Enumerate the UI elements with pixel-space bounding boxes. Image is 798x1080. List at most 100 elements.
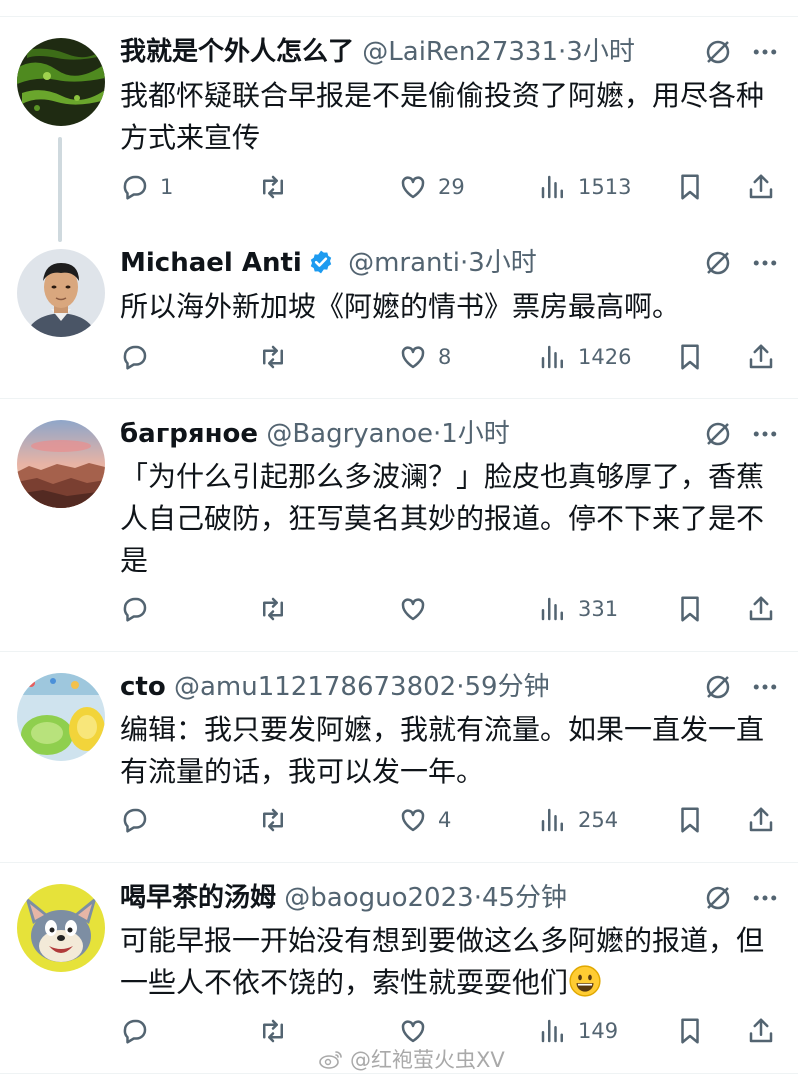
grok-icon[interactable] [703, 419, 733, 449]
views-icon [541, 175, 563, 199]
views-icon [541, 597, 563, 621]
weibo-logo-icon [319, 1051, 342, 1069]
retweet-button[interactable] [258, 591, 288, 627]
share-button[interactable] [746, 339, 776, 375]
share-icon [749, 344, 773, 369]
share-button[interactable] [746, 169, 776, 205]
reply-button[interactable] [120, 591, 150, 627]
like-button[interactable]: 8 [398, 339, 451, 375]
view-count: 254 [578, 808, 619, 832]
reply-icon [123, 175, 147, 200]
avatar[interactable] [17, 673, 105, 761]
view-count: 331 [578, 597, 619, 621]
reply-button[interactable] [120, 339, 150, 375]
user-handle[interactable]: @Bagryanoe [266, 419, 433, 449]
views-button[interactable]: 1513 [538, 169, 631, 205]
timestamp[interactable]: 45分钟 [482, 883, 567, 913]
reply-button[interactable]: 1 [120, 169, 173, 205]
user-handle[interactable]: @LaiRen27331 [362, 37, 558, 67]
views-button[interactable]: 149 [538, 1013, 618, 1049]
grok-icon[interactable] [703, 883, 733, 913]
tweet-text: 「为什么引起那么多波澜？」脸皮也真够厚了，香蕉人自己破防，狂写莫名其妙的报道。停… [120, 460, 765, 577]
avatar[interactable] [17, 249, 105, 337]
tweet-text: 所以海外新加坡《阿嬷的情书》票房最高啊。 [120, 290, 681, 323]
user-handle[interactable]: @amu112178673802 [174, 672, 456, 702]
more-icon[interactable] [749, 248, 781, 278]
heart-icon [401, 176, 425, 199]
share-button[interactable] [746, 1013, 776, 1049]
tweet-header: cto @amu112178673802·59分钟 [120, 669, 714, 705]
display-name[interactable]: 我就是个外人怎么了 [120, 37, 354, 67]
user-handle[interactable]: @mranti [348, 248, 460, 278]
bookmark-icon [681, 596, 699, 622]
bookmark-icon [681, 344, 699, 370]
display-name[interactable]: багряное [120, 419, 258, 449]
reply-button[interactable] [120, 1013, 150, 1049]
retweet-button[interactable] [258, 339, 288, 375]
more-icon[interactable] [749, 419, 781, 449]
action-bar: 1 29 1513 [120, 169, 780, 205]
thread-line [58, 137, 62, 242]
bookmark-button[interactable] [675, 339, 705, 375]
timestamp[interactable]: 3小时 [566, 37, 635, 67]
bookmark-button[interactable] [675, 169, 705, 205]
like-button[interactable] [398, 591, 428, 627]
separator-dot: · [459, 248, 469, 278]
user-handle[interactable]: @baoguo2023 [284, 883, 473, 913]
views-icon [541, 808, 563, 832]
tweet-header: Michael Anti @mranti·3小时 [120, 245, 714, 281]
grok-icon[interactable] [703, 248, 733, 278]
tweet-text: 我都怀疑联合早报是不是偷偷投资了阿嬷，用尽各种方式来宣传 [120, 79, 765, 154]
like-count: 8 [438, 345, 452, 369]
reply-icon [123, 1019, 147, 1044]
more-icon[interactable] [749, 883, 781, 913]
views-icon [541, 1019, 563, 1043]
bookmark-button[interactable] [675, 591, 705, 627]
avatar[interactable] [17, 884, 105, 972]
bookmark-icon [681, 807, 699, 833]
views-button[interactable]: 331 [538, 591, 618, 627]
reply-icon [123, 808, 147, 833]
reply-feed: 我就是个外人怎么了 @LaiRen27331·3小时 我都怀疑联合早报是不是偷偷… [0, 0, 798, 1080]
more-icon[interactable] [749, 672, 781, 702]
tweet-header: 我就是个外人怎么了 @LaiRen27331·3小时 [120, 34, 714, 70]
like-count: 4 [438, 808, 452, 832]
watermark-text: @红袍萤火虫XV [350, 1048, 505, 1072]
bookmark-button[interactable] [675, 802, 705, 838]
share-icon [749, 174, 773, 199]
retweet-icon [263, 808, 283, 832]
timestamp[interactable]: 59分钟 [464, 672, 549, 702]
like-count: 29 [438, 175, 465, 199]
display-name[interactable]: 喝早茶的汤姆 [120, 883, 276, 913]
like-button[interactable]: 29 [398, 169, 465, 205]
display-name[interactable]: Michael Anti [120, 248, 302, 278]
retweet-button[interactable] [258, 802, 288, 838]
retweet-icon [263, 345, 283, 369]
share-icon [749, 1018, 773, 1043]
views-button[interactable]: 254 [538, 802, 618, 838]
retweet-button[interactable] [258, 169, 288, 205]
reply-button[interactable] [120, 802, 150, 838]
display-name[interactable]: cto [120, 672, 166, 702]
reply-count: 1 [160, 175, 174, 199]
views-icon [541, 345, 563, 369]
like-button[interactable]: 4 [398, 802, 451, 838]
share-icon [749, 807, 773, 832]
watermark: @红袍萤火虫XV [318, 1044, 505, 1074]
share-button[interactable] [746, 591, 776, 627]
timestamp[interactable]: 1小时 [441, 419, 510, 449]
grok-icon[interactable] [703, 37, 733, 67]
tweet-text: 可能早报一开始没有想到要做这么多阿嬷的报道，但一些人不依不饶的，索性就耍耍他们 [120, 920, 780, 1004]
action-bar: 8 1426 [120, 339, 780, 375]
avatar[interactable] [17, 38, 105, 126]
grok-icon[interactable] [703, 672, 733, 702]
timestamp[interactable]: 3小时 [468, 248, 537, 278]
avatar[interactable] [17, 420, 105, 508]
views-button[interactable]: 1426 [538, 339, 631, 375]
tweet-header: багряное @Bagryanoe·1小时 [120, 416, 714, 452]
retweet-button[interactable] [258, 1013, 288, 1049]
bookmark-button[interactable] [675, 1013, 705, 1049]
heart-icon [401, 1020, 425, 1043]
share-button[interactable] [746, 802, 776, 838]
more-icon[interactable] [749, 37, 781, 67]
